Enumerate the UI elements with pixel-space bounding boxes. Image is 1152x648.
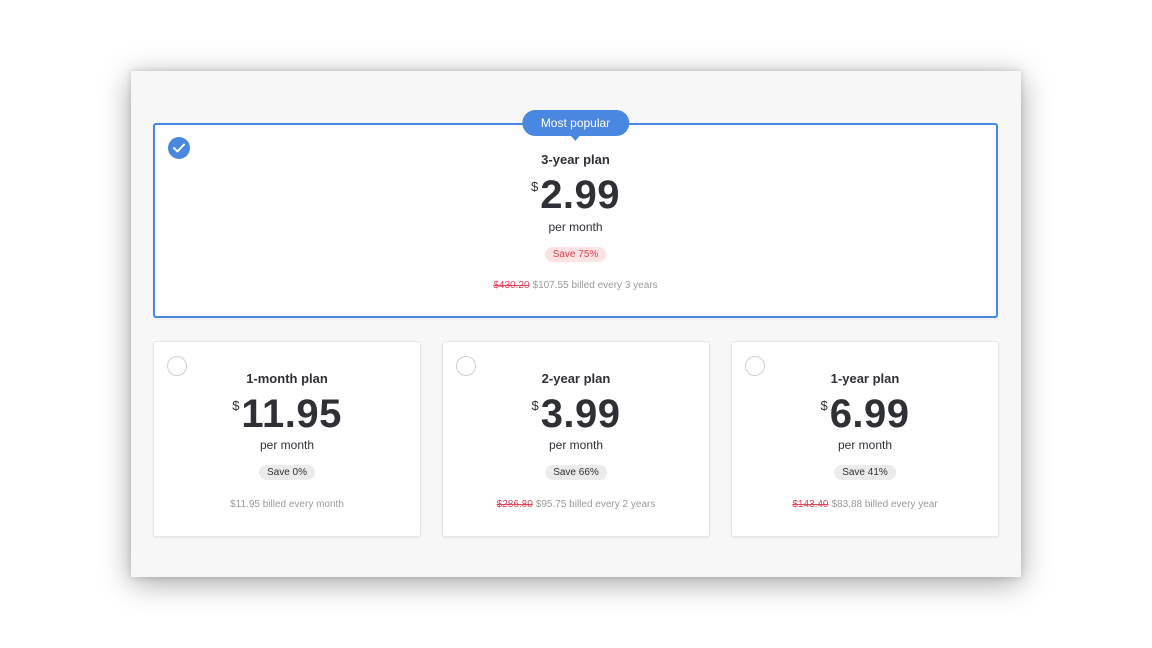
billing-text: $95.75 billed every 2 years: [535, 499, 656, 510]
price-amount: 3.99: [540, 392, 621, 436]
price-amount: 6.99: [829, 392, 910, 436]
plan-price: $6.99: [732, 392, 998, 436]
currency-symbol: $: [820, 398, 828, 413]
currency-symbol: $: [232, 398, 240, 413]
pricing-panel: Most popular 3-year plan $2.99 per month…: [131, 71, 1021, 577]
billing-info: $430.20 $107.55 billed every 3 years: [155, 280, 996, 291]
billing-info: $11.95 billed every month: [154, 499, 420, 510]
most-popular-badge: Most popular: [521, 110, 630, 141]
original-price: $430.20: [493, 280, 530, 291]
plan-price: $2.99: [155, 173, 996, 217]
original-price: $286.80: [496, 499, 533, 510]
plan-name: 1-year plan: [830, 371, 900, 386]
plan-price: $3.99: [443, 392, 709, 436]
price-period: per month: [837, 438, 893, 452]
billing-text: $107.55 billed every 3 years: [532, 280, 658, 291]
price-period: per month: [259, 438, 315, 452]
plan-card-3-year[interactable]: Most popular 3-year plan $2.99 per month…: [153, 110, 998, 318]
price-amount: 2.99: [540, 173, 621, 217]
currency-symbol: $: [531, 398, 539, 413]
price-period: per month: [548, 438, 604, 452]
plan-card-1-year[interactable]: 1-year plan $6.99 per month Save 41% $14…: [731, 341, 999, 537]
billing-text: $11.95 billed every month: [230, 499, 344, 510]
plan-name: 3-year plan: [541, 152, 610, 167]
plan-card-1-month[interactable]: 1-month plan $11.95 per month Save 0% $1…: [153, 341, 421, 537]
save-badge: Save 66%: [545, 465, 607, 480]
badge-pointer: [570, 135, 581, 141]
save-badge: Save 41%: [834, 465, 896, 480]
price-period: per month: [548, 220, 603, 234]
plan-name: 1-month plan: [246, 371, 328, 386]
plan-card-2-year[interactable]: 2-year plan $3.99 per month Save 66% $28…: [442, 341, 710, 537]
billing-info: $143.40 $83.88 billed every year: [732, 499, 998, 510]
price-amount: 11.95: [241, 392, 342, 436]
plan-name: 2-year plan: [541, 371, 611, 386]
original-price: $143.40: [792, 499, 829, 510]
billing-info: $286.80 $95.75 billed every 2 years: [443, 499, 709, 510]
save-badge: Save 0%: [258, 465, 316, 480]
billing-text: $83.88 billed every year: [831, 499, 938, 510]
most-popular-label: Most popular: [540, 116, 611, 130]
plan-price: $11.95: [154, 392, 420, 436]
currency-symbol: $: [530, 179, 539, 194]
save-badge: Save 75%: [544, 247, 607, 262]
